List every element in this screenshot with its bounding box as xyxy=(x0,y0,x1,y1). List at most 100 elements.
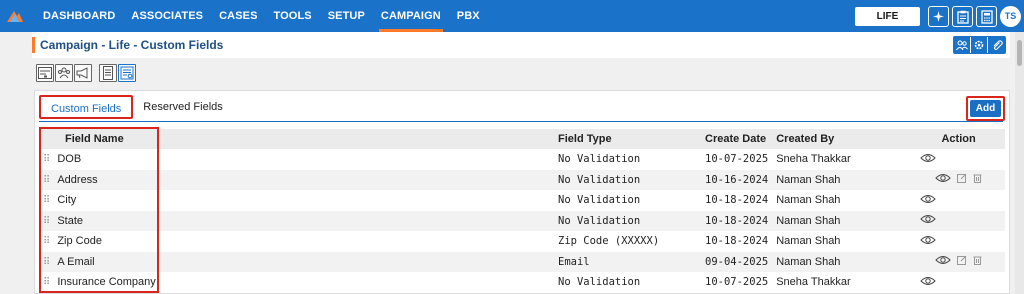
attachment-icon[interactable] xyxy=(988,37,1005,53)
table-row[interactable]: ⠿ Insurance Company No Validation 10-07-202… xyxy=(39,272,1005,293)
action-cell xyxy=(912,210,1005,231)
field-name: DOB xyxy=(57,153,82,166)
field-name-cell: ⠿ State xyxy=(39,210,554,231)
nav-item-associates[interactable]: ASSOCIATES xyxy=(123,0,211,32)
document-icon[interactable] xyxy=(99,64,117,82)
field-type-cell: No Validation xyxy=(554,169,701,190)
nav-item-cases[interactable]: CASES xyxy=(211,0,265,32)
megaphone-icon[interactable] xyxy=(74,64,92,82)
field-name-cell: ⠿ Address xyxy=(39,169,554,190)
field-name-cell: ⠿ A Email xyxy=(39,251,554,272)
delete-icon[interactable] xyxy=(973,255,982,268)
drag-handle-icon[interactable]: ⠿ xyxy=(43,236,50,247)
page-header: Campaign - Life - Custom Fields xyxy=(32,32,1010,58)
sparkle-icon[interactable] xyxy=(928,6,949,27)
view-icon[interactable] xyxy=(920,194,936,207)
field-type-cell: No Validation xyxy=(558,194,641,207)
edit-icon[interactable] xyxy=(957,173,967,186)
table-header-row: Field Name Field Type Create Date Create… xyxy=(39,129,1005,149)
clipboard-icon[interactable] xyxy=(952,6,973,27)
users-icon[interactable] xyxy=(55,64,73,82)
page-scrollbar[interactable] xyxy=(1015,32,1024,294)
drag-handle-icon[interactable]: ⠿ xyxy=(43,277,50,288)
field-name-cell: ⠿ Insurance Company xyxy=(39,272,554,293)
create-date-cell: 10-18-2024 xyxy=(705,194,769,207)
view-icon[interactable] xyxy=(935,173,951,186)
created-by-cell: Naman Shah xyxy=(776,194,841,207)
create-date-cell: 10-18-2024 xyxy=(701,210,773,231)
header-field-name[interactable]: Field Name xyxy=(39,129,554,149)
create-date-cell: 10-07-2025 xyxy=(705,276,769,289)
header-action-group xyxy=(953,36,1006,54)
delete-icon[interactable] xyxy=(973,173,982,186)
created-by-cell: Naman Shah xyxy=(772,169,913,190)
table-row[interactable]: ⠿ City No Validation 10-18-2024 Naman Shah xyxy=(39,190,1005,211)
create-date-cell: 10-18-2024 xyxy=(705,235,769,248)
field-type-cell: No Validation xyxy=(554,210,701,231)
field-name: Zip Code xyxy=(57,235,102,248)
field-type-cell: No Validation xyxy=(558,153,641,166)
field-tabs: Custom Fields Reserved Fields xyxy=(39,95,233,121)
field-name: A Email xyxy=(57,255,95,268)
view-icon[interactable] xyxy=(920,276,936,289)
lob-selector-button[interactable]: LIFE xyxy=(855,7,920,26)
custom-fields-panel: Custom Fields Reserved Fields Add Field N… xyxy=(34,90,1010,294)
action-cell xyxy=(912,231,1005,252)
calculator-icon[interactable] xyxy=(976,6,997,27)
action-cell xyxy=(912,169,1005,190)
table-row[interactable]: ⠿ State No Validation 10-18-2024 Naman Shah xyxy=(39,210,1005,231)
nav-item-setup[interactable]: SETUP xyxy=(320,0,373,32)
table-row[interactable]: ⠿ Address No Validation 10-16-2024 Naman Sha… xyxy=(39,169,1005,190)
action-cell xyxy=(912,272,1005,293)
field-name-cell: ⠿ DOB xyxy=(39,149,554,170)
drag-handle-icon[interactable]: ⠿ xyxy=(43,257,50,268)
scrollbar-thumb[interactable] xyxy=(1017,40,1022,66)
created-by-cell: Naman Shah xyxy=(776,235,841,248)
edit-icon[interactable] xyxy=(957,255,967,268)
table-row[interactable]: ⠿ DOB No Validation 10-07-2025 Sneha Thakkar xyxy=(39,149,1005,170)
view-icon[interactable] xyxy=(920,235,936,248)
field-name: City xyxy=(57,194,77,207)
field-name: Insurance Company xyxy=(57,276,156,289)
created-by-cell: Naman Shah xyxy=(772,251,913,272)
created-by-cell: Naman Shah xyxy=(772,210,913,231)
field-name-cell: ⠿ City xyxy=(39,190,554,211)
field-name: State xyxy=(57,214,84,227)
nav-item-pbx[interactable]: PBX xyxy=(449,0,488,32)
table-row[interactable]: ⠿ Zip Code Zip Code (XXXXX) 10-18-2024 Naman… xyxy=(39,231,1005,252)
create-date-cell: 10-16-2024 xyxy=(701,169,773,190)
form-icon[interactable] xyxy=(36,64,54,82)
nav-item-dashboard[interactable]: DASHBOARD xyxy=(35,0,123,32)
add-button-highlight: Add xyxy=(966,96,1005,121)
action-cell xyxy=(912,149,1005,170)
campaign-toolbar xyxy=(36,64,143,82)
created-by-cell: Sneha Thakkar xyxy=(776,276,851,289)
nav-item-campaign[interactable]: CAMPAIGN xyxy=(373,0,449,32)
field-type-cell: Zip Code (XXXXX) xyxy=(558,235,660,248)
tab-reserved-fields[interactable]: Reserved Fields xyxy=(133,95,232,119)
header-field-type[interactable]: Field Type xyxy=(554,129,701,149)
header-create-date[interactable]: Create Date xyxy=(701,129,773,149)
settings-icon[interactable] xyxy=(971,37,988,53)
user-avatar[interactable]: TS xyxy=(1000,6,1021,27)
drag-handle-icon[interactable]: ⠿ xyxy=(43,154,50,165)
tab-custom-fields[interactable]: Custom Fields xyxy=(39,95,134,119)
view-icon[interactable] xyxy=(920,214,936,227)
list-settings-icon[interactable] xyxy=(118,64,136,82)
drag-handle-icon[interactable]: ⠿ xyxy=(43,175,50,186)
tab-underline xyxy=(39,121,1003,122)
created-by-cell: Sneha Thakkar xyxy=(776,153,851,166)
app-logo-icon[interactable] xyxy=(0,0,30,32)
nav-item-tools[interactable]: TOOLS xyxy=(266,0,320,32)
drag-handle-icon[interactable]: ⠿ xyxy=(43,195,50,206)
field-type-cell: No Validation xyxy=(558,276,641,289)
header-created-by[interactable]: Created By xyxy=(772,129,913,149)
people-icon[interactable] xyxy=(954,37,971,53)
table-row[interactable]: ⠿ A Email Email 09-04-2025 Naman Shah xyxy=(39,251,1005,272)
drag-handle-icon[interactable]: ⠿ xyxy=(43,216,50,227)
main-nav: DASHBOARD ASSOCIATES CASES TOOLS SETUP CAMPAI… xyxy=(35,0,488,32)
add-field-button[interactable]: Add xyxy=(970,100,1001,117)
view-icon[interactable] xyxy=(935,255,951,268)
view-icon[interactable] xyxy=(920,153,936,166)
title-accent-bar xyxy=(32,37,35,53)
